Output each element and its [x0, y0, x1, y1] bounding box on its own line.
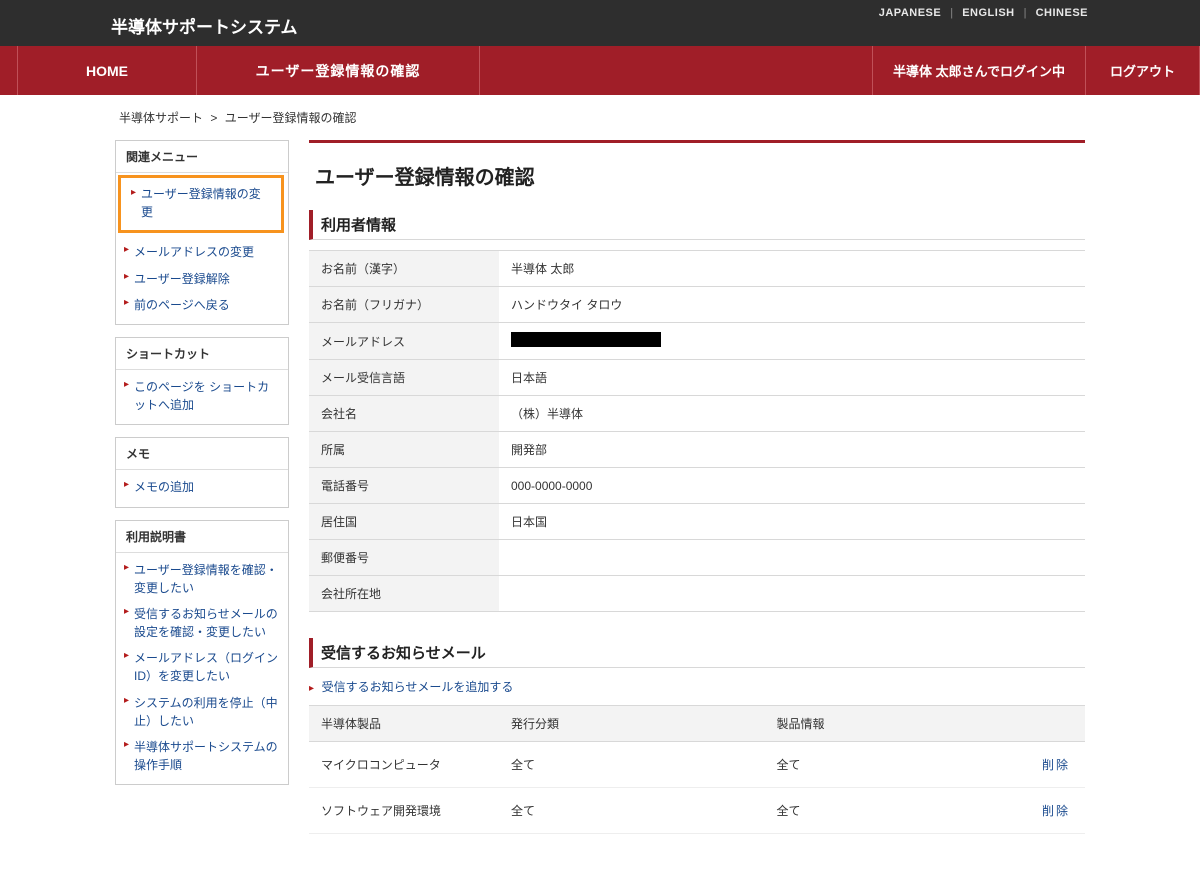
col-prodinfo: 製品情報: [765, 706, 1031, 742]
cell-product: マイクロコンピュータ: [309, 742, 499, 788]
label-name-kana: お名前（フリガナ）: [309, 287, 499, 323]
sidebar-item-doc-operation[interactable]: 半導体サポートシステムの操作手順: [134, 740, 278, 772]
label-name-kanji: お名前（漢字）: [309, 251, 499, 287]
value-email: [499, 323, 1085, 360]
delete-button[interactable]: 削除: [1042, 804, 1070, 818]
navbar: HOME ユーザー登録情報の確認 半導体 太郎さんでログイン中 ログアウト: [0, 46, 1200, 95]
redacted-email: [511, 332, 661, 347]
login-status: 半導体 太郎さんでログイン中: [872, 46, 1085, 95]
lang-chinese[interactable]: CHINESE: [1036, 7, 1088, 19]
top-bar: 半導体サポートシステム JAPANESE | ENGLISH | CHINESE: [0, 0, 1200, 46]
sidebar-item-change-userinfo[interactable]: ユーザー登録情報の変更: [141, 187, 261, 219]
user-info-table: お名前（漢字）半導体 太郎 お名前（フリガナ）ハンドウタイ タロウ メールアドレ…: [309, 250, 1085, 612]
label-address: 会社所在地: [309, 576, 499, 612]
notify-row: マイクロコンピュータ 全て 全て 削除: [309, 742, 1085, 788]
lang-english[interactable]: ENGLISH: [962, 7, 1014, 19]
cell-product: ソフトウェア開発環境: [309, 788, 499, 834]
sidebar-shortcuts: ショートカット このページを ショートカットへ追加: [115, 337, 289, 425]
sidebar-section-title: メモ: [116, 438, 288, 470]
sidebar-item-back[interactable]: 前のページへ戻る: [134, 298, 230, 312]
label-dept: 所属: [309, 432, 499, 468]
divider: |: [1024, 7, 1027, 19]
breadcrumb-current: ユーザー登録情報の確認: [225, 111, 357, 125]
highlighted-menu-item: ユーザー登録情報の変更: [118, 175, 284, 233]
label-company: 会社名: [309, 396, 499, 432]
sidebar: 関連メニュー ユーザー登録情報の変更 メールアドレスの変更 ユーザー登録解除 前…: [115, 140, 289, 834]
value-name-kana: ハンドウタイ タロウ: [499, 287, 1085, 323]
sidebar-docs: 利用説明書 ユーザー登録情報を確認・変更したい 受信するお知らせメールの設定を確…: [115, 520, 289, 786]
value-name-kanji: 半導体 太郎: [499, 251, 1085, 287]
sidebar-item-doc-email[interactable]: メールアドレス（ログインID）を変更したい: [134, 651, 278, 683]
col-action: [1030, 706, 1085, 742]
sidebar-item-change-email[interactable]: メールアドレスの変更: [134, 245, 254, 259]
value-address: [499, 576, 1085, 612]
sidebar-related-menu: 関連メニュー ユーザー登録情報の変更 メールアドレスの変更 ユーザー登録解除 前…: [115, 140, 289, 325]
sidebar-section-title: 関連メニュー: [116, 141, 288, 173]
sidebar-item-deregister[interactable]: ユーザー登録解除: [134, 272, 230, 286]
delete-button[interactable]: 削除: [1042, 758, 1070, 772]
sidebar-item-add-memo[interactable]: メモの追加: [134, 480, 194, 494]
sidebar-item-add-shortcut[interactable]: このページを ショートカットへ追加: [134, 380, 269, 412]
value-postal: [499, 540, 1085, 576]
label-country: 居住国: [309, 504, 499, 540]
sidebar-section-title: ショートカット: [116, 338, 288, 370]
label-mail-lang: メール受信言語: [309, 360, 499, 396]
label-phone: 電話番号: [309, 468, 499, 504]
add-notify-link[interactable]: 受信するお知らせメールを追加する: [322, 680, 514, 694]
cell-prodinfo: 全て: [765, 788, 1031, 834]
divider: |: [950, 7, 953, 19]
col-product: 半導体製品: [309, 706, 499, 742]
notify-table: 半導体製品 発行分類 製品情報 マイクロコンピュータ 全て 全て 削除 ソフトウ…: [309, 705, 1085, 834]
label-email: メールアドレス: [309, 323, 499, 360]
section-head-notify: 受信するお知らせメール: [309, 638, 1085, 668]
lang-japanese[interactable]: JAPANESE: [879, 7, 941, 19]
system-title: 半導体サポートシステム: [111, 13, 298, 38]
sidebar-item-doc-userinfo[interactable]: ユーザー登録情報を確認・変更したい: [134, 563, 278, 595]
sidebar-item-doc-notify[interactable]: 受信するお知らせメールの設定を確認・変更したい: [134, 607, 278, 639]
value-dept: 開発部: [499, 432, 1085, 468]
main-content: ユーザー登録情報の確認 利用者情報 お名前（漢字）半導体 太郎 お名前（フリガナ…: [309, 140, 1085, 834]
value-country: 日本国: [499, 504, 1085, 540]
value-mail-lang: 日本語: [499, 360, 1085, 396]
cell-prodinfo: 全て: [765, 742, 1031, 788]
label-postal: 郵便番号: [309, 540, 499, 576]
logout-button[interactable]: ログアウト: [1085, 46, 1200, 95]
notify-row: ソフトウェア開発環境 全て 全て 削除: [309, 788, 1085, 834]
cell-pubtype: 全て: [499, 788, 765, 834]
value-company: （株）半導体: [499, 396, 1085, 432]
nav-home[interactable]: HOME: [17, 46, 197, 95]
sidebar-section-title: 利用説明書: [116, 521, 288, 553]
value-phone: 000-0000-0000: [499, 468, 1085, 504]
cell-pubtype: 全て: [499, 742, 765, 788]
section-rule: [309, 140, 1085, 143]
nav-current-page[interactable]: ユーザー登録情報の確認: [197, 46, 480, 95]
breadcrumb-root[interactable]: 半導体サポート: [119, 111, 203, 125]
col-pubtype: 発行分類: [499, 706, 765, 742]
sidebar-memo: メモ メモの追加: [115, 437, 289, 507]
language-links: JAPANESE | ENGLISH | CHINESE: [879, 7, 1088, 19]
add-notify-link-row: 受信するお知らせメールを追加する: [309, 678, 1085, 695]
sidebar-item-doc-stop[interactable]: システムの利用を停止（中止）したい: [134, 696, 278, 728]
section-head-userinfo: 利用者情報: [309, 210, 1085, 240]
breadcrumb: 半導体サポート > ユーザー登録情報の確認: [115, 109, 1085, 126]
page-title: ユーザー登録情報の確認: [315, 161, 1085, 190]
